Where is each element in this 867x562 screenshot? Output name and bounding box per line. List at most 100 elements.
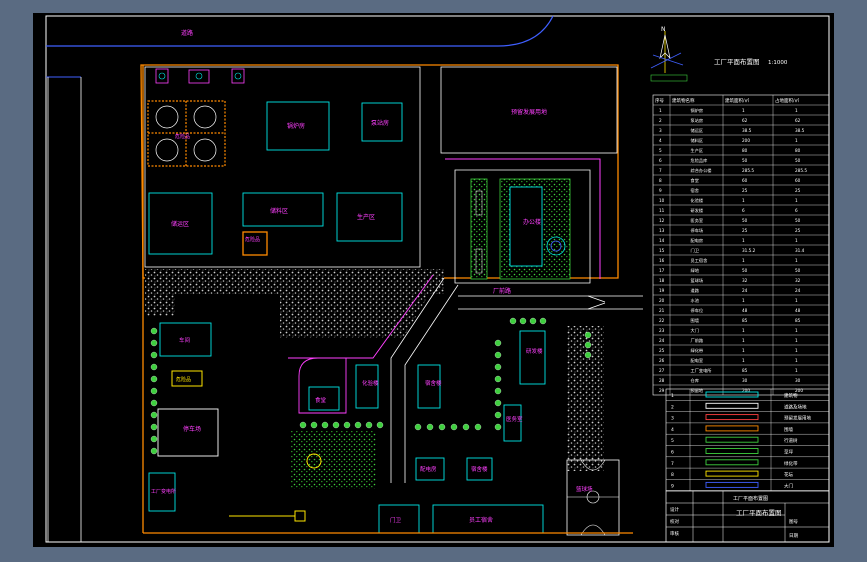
table-cell: 1 [795,328,798,333]
legend-label: 草坪 [784,449,793,456]
table-cell: 1 [742,298,745,303]
legend-swatch [705,402,759,409]
table-cell: 80 [795,148,801,153]
table-cell: 85 [742,318,748,323]
table-cell: 24 [795,288,801,293]
table-cell: 30 [742,378,748,383]
label-parking: 停车场 [183,425,201,433]
label-main-road: 厂前路 [493,287,511,295]
table-cell: 1 [795,368,798,373]
label-reserved-land: 预留发展用地 [511,108,547,116]
table-cell: 门卫 [691,247,699,254]
table-cell: 绿地 [691,267,700,273]
legend-label: 围墙 [784,426,793,433]
table-cell: 6 [795,208,798,213]
table-cell: 大门 [691,327,699,334]
table-cell: 18 [659,278,665,283]
table-header-cell: 占地面积/㎡ [775,97,800,104]
table-cell: 仓库 [691,377,699,384]
table-cell: 1 [795,138,798,143]
legend-swatch [705,425,759,432]
table-cell: 预留地 [691,387,704,394]
legend-label: 预留发展用地 [784,415,811,422]
table-cell: 60 [795,178,801,183]
table-cell: 24 [659,338,665,343]
table-cell: 停车场 [691,227,704,234]
legend-swatch [705,414,759,421]
table-cell: 6 [659,158,662,163]
tb-checker: 校对 [670,518,679,525]
legend-swatch [705,448,759,454]
table-cell: 生产区 [691,147,704,154]
legend-swatch [705,459,759,466]
table-cell: 1 [795,338,798,343]
label-dorm-b: 宿舍楼 [471,465,488,473]
table-cell: 员工宿舍 [691,257,709,264]
table-cell: 38.5 [795,128,805,133]
table-cell: 14 [659,238,665,243]
label-staff: 员工宿舍 [469,516,493,524]
road-top-label: 道路 [181,29,193,37]
legend-index: 2 [671,404,674,410]
tree-icon [321,421,329,429]
basketball-court [566,459,620,536]
table-cell: 23 [659,328,665,333]
label-boiler: 锅炉房 [287,122,305,130]
table-cell: 24 [742,288,748,293]
tree-icon [150,375,158,383]
tree-icon [310,421,318,429]
table-cell: 25 [795,228,801,233]
table-cell: 1 [742,258,745,263]
tb-designer: 设计 [670,506,679,513]
tree-icon [494,411,502,419]
tb-date: 日期 [789,533,798,539]
legend-swatch [705,470,759,477]
legend-index: 7 [671,461,674,467]
tree-icon [150,447,158,455]
table-cell: 50 [742,158,748,163]
table-cell: 50 [742,268,748,273]
table-cell: 厂前路 [691,337,704,344]
legend-table: 1 建筑物 2 道路及场地 3 预留发展用地 4 围墙 5 行道树 6 草坪 7 绿化带 8 花坛 9 大门 [665,388,830,491]
tree-icon [414,423,422,431]
table-cell: 62 [742,118,748,123]
legend-index: 5 [671,438,674,444]
tree-icon [539,317,547,325]
title-block-small: 工厂平面布置图 [733,495,768,502]
table-cell: 医务室 [691,217,704,224]
site-plan-drawing: 道路 预留发展用地 危险品 锅炉房 泵站房 储运区 储料区 生产区 危险品 厂前… [45,15,830,543]
table-cell: 200 [742,138,750,143]
label-canteen: 食堂 [315,396,327,404]
table-cell: 1 [795,238,798,243]
table-cell: 5 [659,148,662,153]
tree-icon [494,351,502,359]
tree-icon [494,339,502,347]
legend-label: 道路及场地 [784,403,807,410]
tree-icon [150,351,158,359]
tree-icon [150,435,158,443]
table-cell: 9 [659,188,662,193]
table-cell: 19 [659,288,665,293]
table-cell: 研发楼 [691,207,704,214]
table-cell: 22 [659,318,665,323]
table-cell: 1 [742,108,745,113]
label-pump: 泵站房 [371,119,389,127]
table-cell: 12 [659,218,665,223]
table-cell: 21 [659,308,665,313]
legend-label: 建筑物 [784,392,798,399]
label-fitness: 篮球场 [576,485,593,493]
label-lab: 化验楼 [362,379,379,387]
table-cell: 1 [795,298,798,303]
tree-icon [584,351,592,359]
table-cell: 化验楼 [691,197,704,204]
table-cell: 配电房 [691,237,704,244]
plan-title: 工厂平面布置图 [714,57,760,66]
cad-viewport[interactable]: 道路 预留发展用地 危险品 锅炉房 泵站房 储运区 储料区 生产区 危险品 厂前… [33,13,834,547]
table-cell: 1 [742,238,745,243]
table-cell: 1 [742,198,745,203]
table-header-cell: 建筑物名称 [672,97,695,104]
legend-index: 8 [671,472,674,478]
tree-icon [150,339,158,347]
table-cell: 1 [795,198,798,203]
table-cell: 泵站房 [691,117,704,124]
